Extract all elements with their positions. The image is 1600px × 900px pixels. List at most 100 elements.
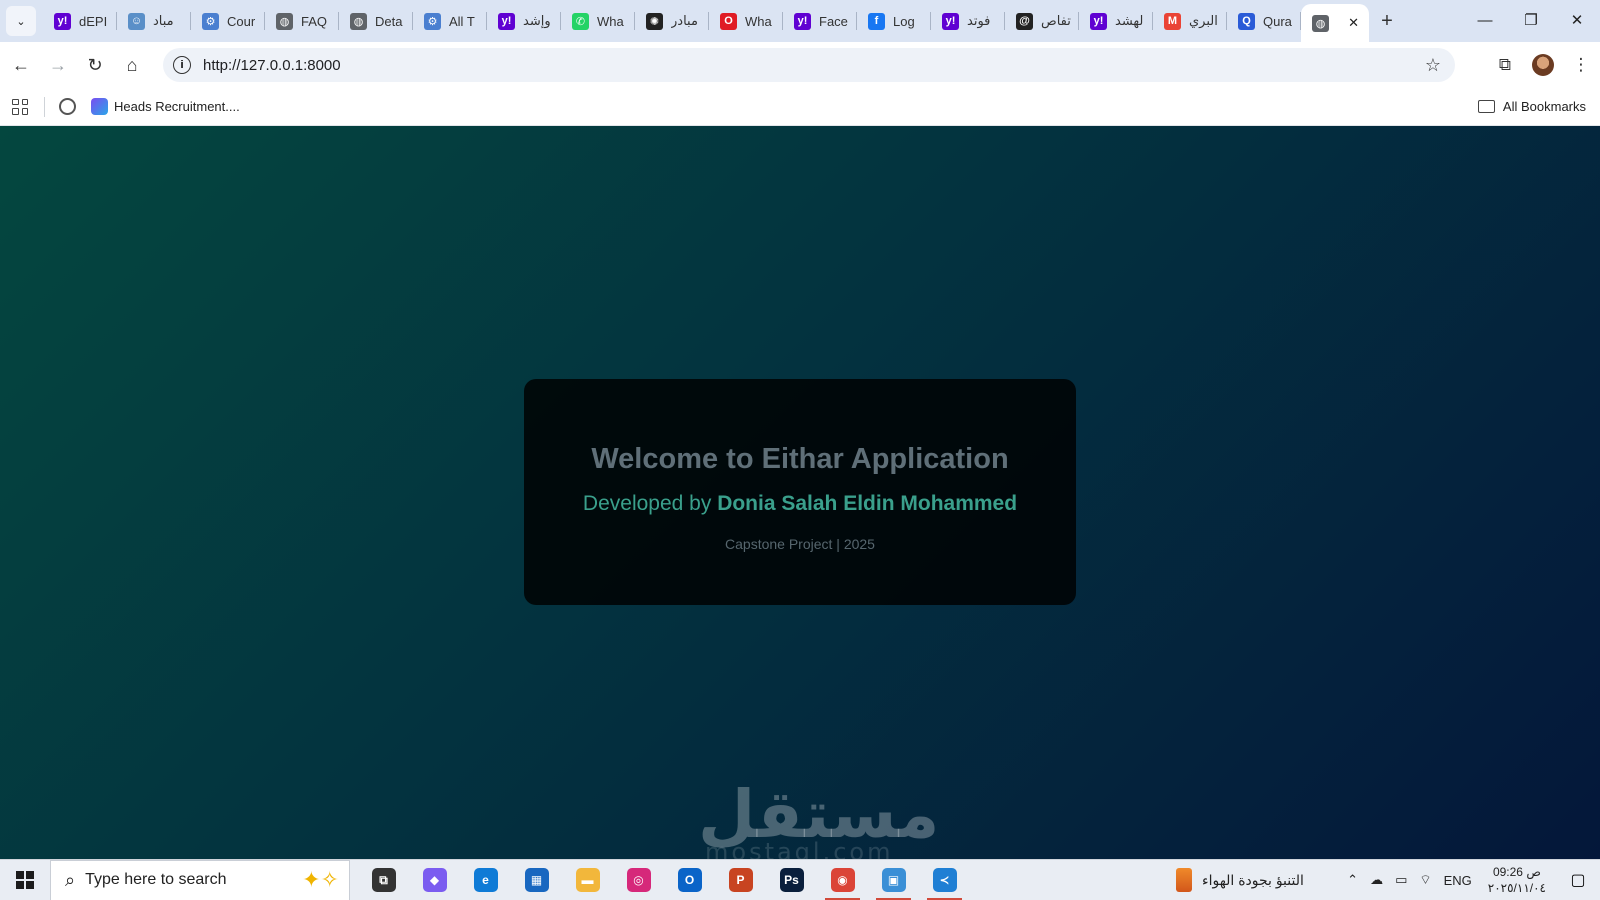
tab-title: Log [893,13,915,29]
bookmark-heads-recruitment[interactable]: Heads Recruitment.... [91,98,240,115]
taskbar-app[interactable]: Ps [766,860,817,900]
taskbar-app[interactable]: ▬ [562,860,613,900]
tab[interactable]: Q Qura [1227,0,1301,42]
copilot-icon: ◆ [422,868,447,892]
all-bookmarks-button[interactable]: All Bookmarks [1477,99,1586,114]
globe-icon: ◍ [1312,14,1329,32]
tab-title: البري [1189,13,1218,28]
tab[interactable]: @ تفاص [1005,0,1079,42]
reload-button[interactable]: ↻ [79,49,111,81]
minimize-button[interactable]: — [1462,0,1508,40]
battery-icon[interactable]: ▭ [1395,872,1407,888]
taskbar-app[interactable]: ▦ [511,860,562,900]
menu-icon[interactable]: ⋮ [1562,46,1600,84]
tab-title: FAQ [301,13,328,29]
yahoo-icon: y! [942,12,959,30]
yahoo-icon: y! [54,12,71,30]
tab-title: Face [819,13,848,29]
wifi-icon[interactable]: ⌔ [1419,872,1431,888]
forward-button[interactable]: → [42,49,74,81]
tab-active[interactable]: ◍ ✕ [1301,4,1369,42]
tab[interactable]: ✆ Wha [561,0,635,42]
tab-title: All T [449,13,475,29]
tab[interactable]: M البري [1153,0,1227,42]
vscode-icon: ≺ [932,868,957,892]
extensions-icon[interactable]: ⧉ [1486,46,1524,84]
developed-by-prefix: Developed by [582,492,712,515]
course-icon: ⚙ [202,12,219,30]
close-tab-icon[interactable]: ✕ [1348,15,1359,31]
tab[interactable]: ◍ Deta [339,0,413,42]
whatsapp-icon: ✆ [572,12,589,30]
address-bar[interactable]: i http://127.0.0.1:8000 ☆ [163,48,1455,82]
notification-icon[interactable]: ▢ [1556,860,1600,900]
taskbar-app[interactable]: ◆ [409,860,460,900]
new-tab-button[interactable]: + [1371,5,1403,37]
mostaql-watermark-sub: mostaql.com [705,838,894,859]
tab-title: مباد [153,13,174,28]
taskbar-app[interactable]: P [715,860,766,900]
yahoo-icon: y! [498,12,515,30]
yahoo-icon: y! [1090,12,1107,30]
tab-search-button[interactable]: ⌄ [6,6,36,36]
quora-icon: Q [1238,12,1255,30]
taskbar-app[interactable]: O [664,860,715,900]
close-window-button[interactable]: ✕ [1554,0,1600,40]
url-text[interactable]: http://127.0.0.1:8000 [203,57,341,74]
page-title: Welcome to Eithar Application [591,443,1009,475]
back-button[interactable]: ← [5,49,37,81]
tab[interactable]: ⚙ All T [413,0,487,42]
tab[interactable]: y! وإشد [487,0,561,42]
store-icon: ▦ [524,868,549,892]
cloud-sync-icon[interactable]: ☁ [1370,872,1383,888]
taskbar-app[interactable]: ◎ [613,860,664,900]
bookmark-favicon [91,98,108,115]
tab[interactable]: O Wha [709,0,783,42]
folder-icon [1477,100,1495,113]
tab[interactable]: ⚙ Cour [191,0,265,42]
start-button[interactable] [0,860,50,900]
toolbar-right: ⧉ ⋮ [1486,42,1600,88]
tab[interactable]: y! Face [783,0,857,42]
taskbar-app[interactable]: ≺ [919,860,970,900]
page-viewport: Welcome to Eithar Application Developed … [0,126,1600,859]
taskbar-app[interactable]: ▣ [868,860,919,900]
profile-avatar[interactable] [1532,54,1554,76]
photoshop-icon: Ps [779,868,804,892]
opera-icon: O [720,12,737,30]
clock-time: 09:26 ص [1492,865,1541,879]
tab-title: dEPI [79,13,108,29]
windows-taskbar: ⌕ Type here to search ✦✧ ⧉ ◆ e ▦ ▬ ◎ O P Ps ◉ ▣ ≺ ا… [0,859,1600,900]
globe-icon[interactable] [59,98,76,115]
developer-line: Developed by Donia Salah Eldin Mohammed [524,492,1076,516]
tab-title: Qura [1263,13,1292,29]
control-panel-icon: ▣ [881,868,906,892]
tab[interactable]: y! dEPI [43,0,117,42]
weather-text: التنبؤ بجودة الهواء [1202,871,1304,888]
home-button[interactable]: ⌂ [116,49,148,81]
tab[interactable]: y! لهشد [1079,0,1153,42]
tab[interactable]: ◍ FAQ [265,0,339,42]
taskbar-search[interactable]: ⌕ Type here to search ✦✧ [50,859,350,900]
tab[interactable]: ✺ مبادر [635,0,709,42]
bookmark-star-icon[interactable]: ☆ [1425,55,1441,76]
tab[interactable]: ☺ مباد [117,0,191,42]
taskbar-app[interactable]: ◉ [817,860,868,900]
taskbar-app[interactable]: e [460,860,511,900]
browser-toolbar: ← → ↻ ⌂ i http://127.0.0.1:8000 ☆ ⧉ ⋮ [0,42,1600,88]
clock[interactable]: 09:26 ص ٢٠٢٥/١١/٠٤ [1488,864,1546,896]
tab[interactable]: f Log [857,0,931,42]
site-info-icon[interactable]: i [173,56,191,74]
powerpoint-icon: P [728,868,753,892]
apps-grid-icon[interactable] [10,97,30,117]
tab-title: فوتد [967,13,991,28]
chevron-up-icon[interactable]: ⌃ [1347,872,1358,888]
weather-widget[interactable]: التنبؤ بجودة الهواء [1176,868,1304,892]
tab[interactable]: y! فوتد [931,0,1005,42]
chrome-icon: ◉ [830,868,855,892]
restore-button[interactable]: ❐ [1508,0,1554,40]
taskbar-app[interactable]: ⧉ [358,860,409,900]
person-icon: ☺ [128,12,145,30]
bookmarks-divider [44,96,45,117]
language-indicator[interactable]: ENG [1444,873,1472,888]
